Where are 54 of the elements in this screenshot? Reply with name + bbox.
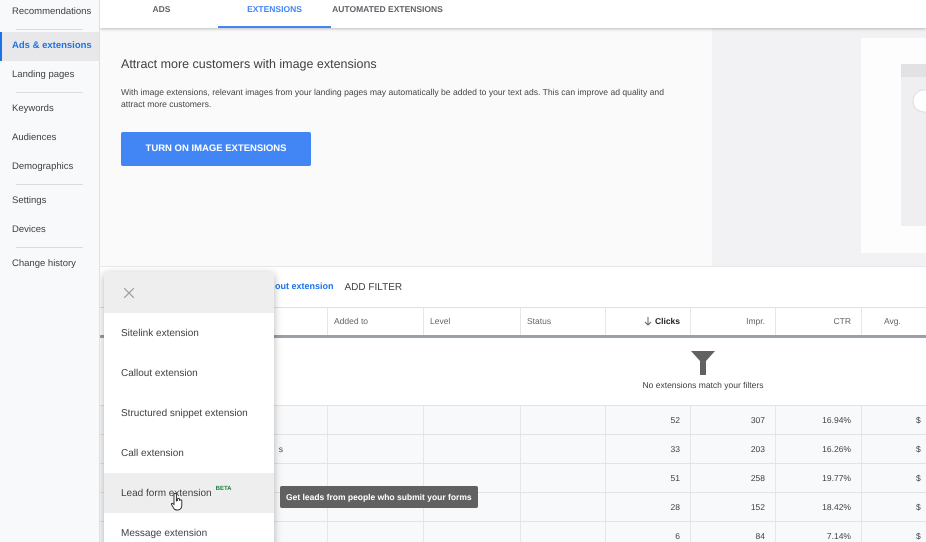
menu-item[interactable]: Structured snippet extension [104, 393, 274, 433]
column-header[interactable]: CTR [834, 315, 851, 328]
filter-link[interactable]: out extension [275, 280, 334, 294]
table-cell: 152 [750, 500, 765, 514]
sidebar-item[interactable]: Demographics [0, 153, 99, 182]
table-cell: 7.14% [826, 530, 851, 542]
table-cell: 258 [750, 472, 765, 484]
table-cell: 19.77% [822, 472, 851, 484]
table-cell: 52 [670, 414, 680, 426]
tooltip: Get leads from people who submit your forms [280, 486, 478, 508]
menu-item[interactable]: Message extension [104, 513, 274, 542]
empty-message: No extensions match your filters [642, 378, 764, 392]
table-cell: $ [916, 530, 921, 542]
column-header[interactable]: Avg. [884, 315, 901, 328]
tab[interactable]: AUTOMATED EXTENSIONS [331, 0, 444, 28]
banner-description: With image extensions, relevant images from your landing pages may automatically be added to your text ads. This can improve ad quality and attract more customers. [121, 86, 665, 110]
sidebar-item[interactable]: Audiences [0, 124, 99, 153]
column-header[interactable]: Impr. [746, 315, 765, 328]
sidebar-item[interactable]: Change history [0, 250, 99, 279]
sort-arrow-icon [644, 317, 652, 326]
table-cell: 51 [670, 472, 680, 484]
table-cell: $ [916, 472, 921, 484]
table-cell: 84 [756, 530, 765, 542]
sidebar-item[interactable]: Keywords [0, 95, 99, 124]
table-cell: $ [916, 500, 921, 514]
menu-item[interactable]: Callout extension [104, 353, 274, 393]
sidebar-item[interactable]: Landing pages [0, 61, 99, 90]
column-header[interactable]: Clicks [654, 315, 680, 328]
column-header[interactable]: Added to [334, 315, 368, 328]
table-cell: 307 [750, 414, 765, 426]
tab[interactable]: ADS [105, 0, 218, 28]
filter-icon [691, 350, 715, 375]
sidebar-item[interactable]: Ads & extensions [0, 32, 99, 61]
add-filter-button[interactable]: ADD FILTER [344, 280, 402, 294]
table-cell: 16.26% [822, 442, 851, 456]
table-cell: 18.42% [822, 500, 851, 514]
sidebar-item[interactable]: Devices [0, 216, 99, 245]
sidebar-item[interactable]: Recommendations [0, 0, 99, 27]
sidebar-item[interactable]: Settings [0, 187, 99, 216]
banner-title: Attract more customers with image extensions [121, 56, 378, 73]
close-icon[interactable] [124, 288, 134, 298]
menu-item[interactable]: Call extension [104, 433, 274, 473]
table-cell: s [278, 442, 283, 456]
column-header[interactable]: Status [527, 315, 552, 328]
table-cell: 33 [670, 442, 680, 456]
table-cell: 28 [670, 500, 680, 514]
table-cell: $ [916, 414, 921, 426]
table-cell: 16.94% [822, 414, 851, 426]
table-cell: $ [916, 442, 921, 456]
table-cell: 203 [750, 442, 765, 456]
table-cell: 6 [675, 530, 680, 542]
menu-item[interactable]: Sitelink extension [104, 313, 274, 353]
column-header[interactable]: Level [430, 315, 450, 328]
turn-on-button[interactable]: TURN ON IMAGE EXTENSIONS [121, 132, 311, 166]
